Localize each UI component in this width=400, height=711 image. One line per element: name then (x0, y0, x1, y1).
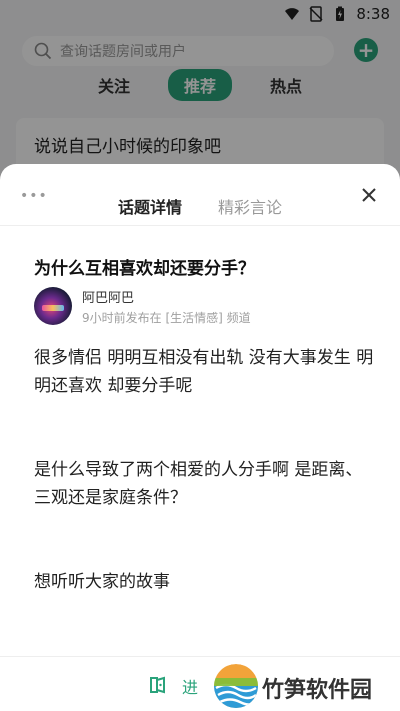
author-name[interactable]: 阿巴阿巴 (82, 287, 251, 306)
watermark-text: 竹笋软件园 (262, 678, 373, 703)
author-meta: 9小时前发布在 [生活情感] 频道 (82, 310, 251, 325)
author-info: 阿巴阿巴 9小时前发布在 [生活情感] 频道 (82, 287, 251, 326)
close-icon[interactable] (360, 186, 378, 204)
content-paragraph: 很多情侣 明明互相没有出轨 没有大事发生 明明还喜欢 却要分手呢 (34, 348, 374, 396)
author-row: 阿巴阿巴 9小时前发布在 [生活情感] 频道 (34, 286, 251, 326)
tab-topic-detail[interactable]: 话题详情 (118, 194, 182, 218)
topic-content: 很多情侣 明明互相没有出轨 没有大事发生 明明还喜欢 却要分手呢 是什么导致了两… (34, 344, 374, 652)
sheet-tabs: 话题详情 精彩言论 (0, 194, 400, 218)
sheet-header: ••• 话题详情 精彩言论 (0, 164, 400, 226)
enter-room-button[interactable]: 进 (182, 674, 198, 698)
content-paragraph: 是什么导致了两个相爱的人分手啊 是距离、三观还是家庭条件？ (34, 460, 363, 508)
content-paragraph: 想听听大家的故事 (34, 572, 170, 592)
topic-detail-sheet: ••• 话题详情 精彩言论 为什么互相喜欢却还要分手？ 阿巴阿巴 9小时前发布在… (0, 164, 400, 711)
tab-highlight-comments[interactable]: 精彩言论 (218, 194, 282, 218)
enter-room-icon[interactable] (148, 675, 168, 695)
avatar[interactable] (34, 287, 72, 325)
watermark-logo (214, 664, 258, 708)
topic-title: 为什么互相喜欢却还要分手？ (34, 259, 255, 279)
